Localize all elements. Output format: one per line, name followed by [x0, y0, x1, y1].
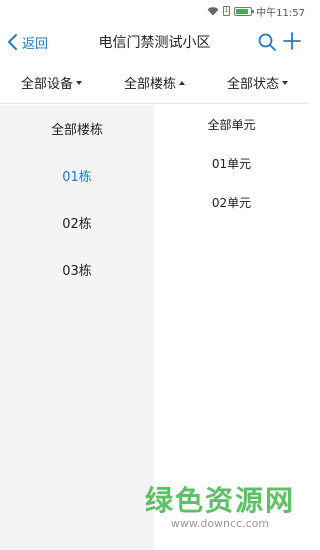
filter-device-label: 全部设备 [20, 77, 73, 92]
chevron-left-icon [8, 34, 17, 50]
status-time: 中午11:57 [256, 7, 305, 19]
filter-status[interactable]: 全部状态 [206, 62, 309, 103]
caret-up-icon [179, 80, 185, 85]
battery-fill [236, 8, 249, 14]
unit-item-all[interactable]: 全部单元 [154, 105, 309, 144]
back-button[interactable]: 返回 [6, 30, 48, 54]
unit-list: 全部单元 01单元 02单元 [154, 105, 309, 550]
back-label: 返回 [22, 36, 49, 52]
filter-building-label: 全部楼栋 [123, 77, 176, 92]
unit-item-02[interactable]: 02单元 [154, 183, 309, 222]
unit-item-01[interactable]: 01单元 [154, 144, 309, 183]
building-item-03[interactable]: 03栋 [0, 246, 154, 293]
caret-down-icon [282, 80, 288, 85]
building-item-01[interactable]: 01栋 [0, 152, 154, 199]
status-bar: 1 中午11:57 [0, 0, 309, 22]
filter-status-label: 全部状态 [226, 77, 279, 92]
status-indicators: 1 中午11:57 [207, 3, 305, 19]
search-icon[interactable] [257, 32, 277, 52]
plus-icon[interactable] [282, 31, 302, 51]
building-item-all[interactable]: 全部楼栋 [0, 105, 154, 152]
building-list: 全部楼栋 01栋 02栋 03栋 [0, 105, 154, 550]
filter-building[interactable]: 全部楼栋 [103, 62, 206, 103]
battery-icon [234, 6, 255, 16]
wifi-icon [207, 7, 219, 16]
filter-device[interactable]: 全部设备 [0, 62, 103, 103]
building-item-02[interactable]: 02栋 [0, 199, 154, 246]
filter-bar: 全部设备 全部楼栋 全部状态 [0, 62, 309, 104]
app-header: 返回 电信门禁测试小区 [0, 22, 309, 62]
caret-down-icon [76, 80, 82, 85]
sim-icon: 1 [223, 6, 231, 16]
